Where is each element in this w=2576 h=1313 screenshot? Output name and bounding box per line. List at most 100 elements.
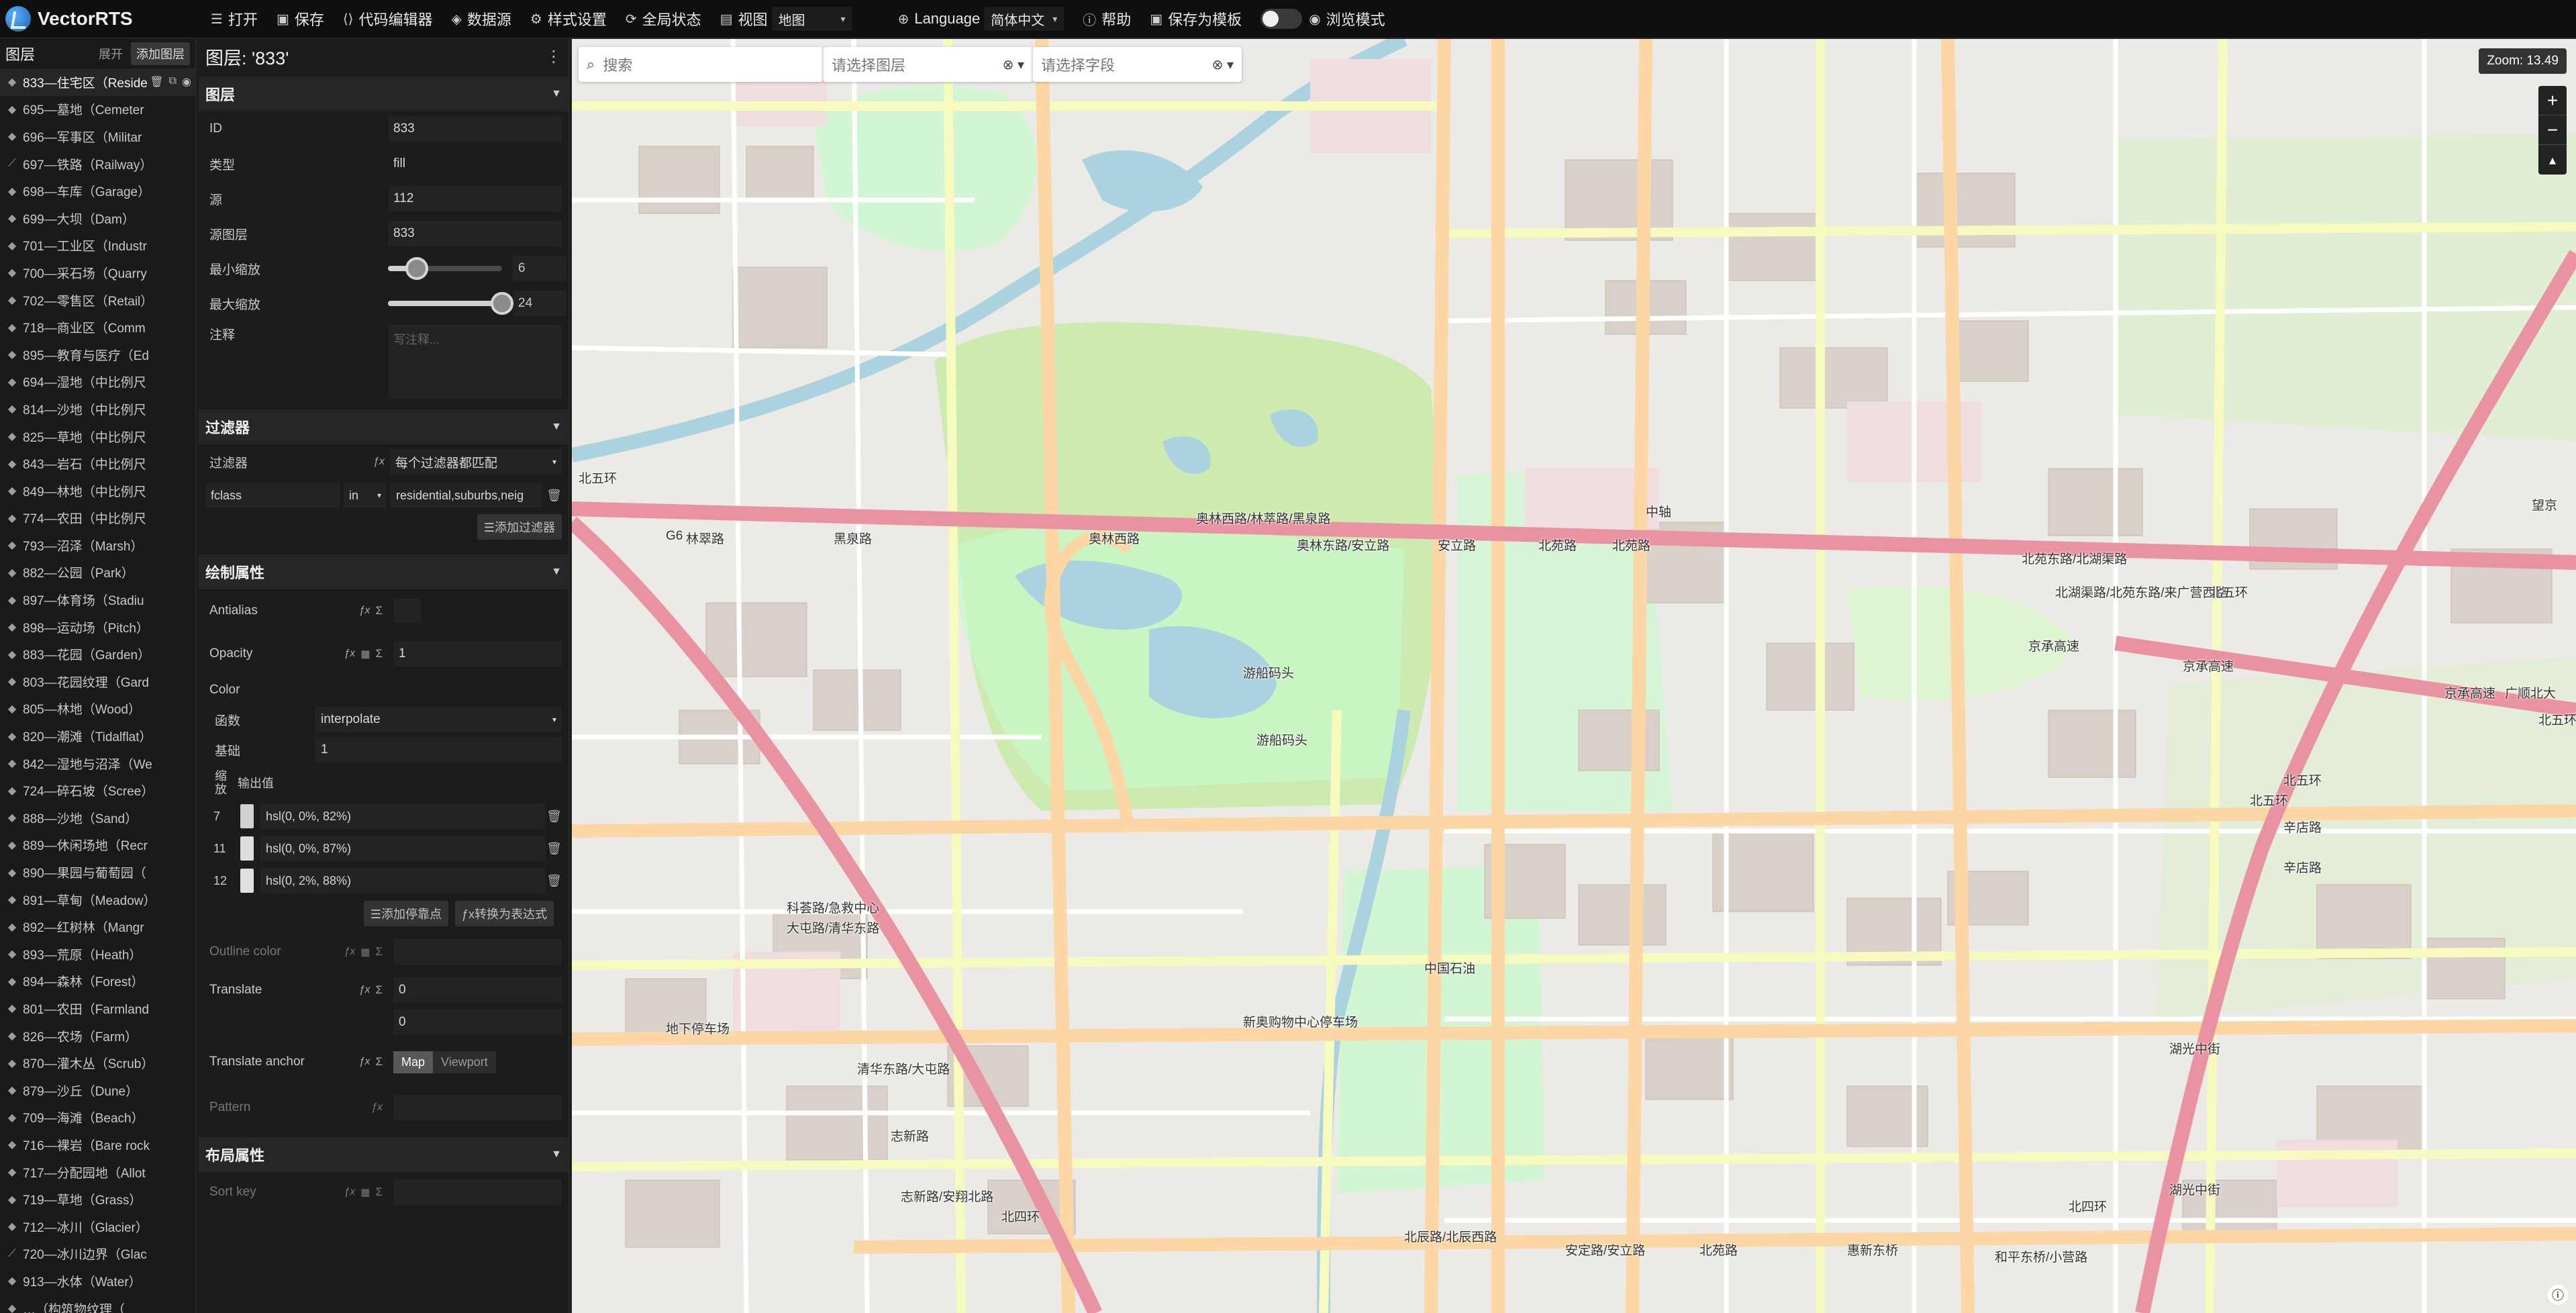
add-layer-button[interactable]: 添加图层 — [131, 42, 190, 65]
layer-list-item[interactable]: ◆ 718—商业区（Comm — [0, 313, 195, 341]
opacity-input[interactable]: 1 — [393, 641, 562, 667]
layer-list-item[interactable]: ◆ 712—冰川（Glacier） — [0, 1213, 195, 1241]
minzoom-input[interactable]: 6 — [513, 256, 566, 281]
layer-list-item[interactable]: ◆ 842—湿地与沼泽（We — [0, 750, 195, 777]
layer-list-item[interactable]: ◆ 826—农场（Farm） — [0, 1022, 195, 1050]
stop-color-swatch[interactable] — [240, 804, 254, 828]
layer-list-item[interactable]: ◆ 699—大坝（Dam） — [0, 205, 195, 232]
language-button[interactable]: ⊕ Language 简体中文 ▾ — [889, 0, 1074, 38]
outline-color-input[interactable] — [393, 939, 562, 965]
sigma-icon[interactable]: Σ — [375, 945, 383, 959]
minzoom-slider[interactable] — [388, 257, 502, 280]
datasource-button[interactable]: ◈ 数据源 — [442, 0, 521, 38]
layer-list-item[interactable]: ◆ 883—花园（Garden） — [0, 640, 195, 668]
layer-list-item[interactable]: ◆ 805—林地（Wood） — [0, 695, 195, 723]
field-select-box[interactable]: 请选择字段 ⊗ ▾ — [1032, 47, 1242, 82]
view-button[interactable]: ▤ 视图 地图 ▾ — [711, 0, 862, 38]
stop-color-input[interactable]: hsl(0, 0%, 87%) — [260, 836, 546, 861]
grid-icon[interactable]: ▦ — [360, 648, 370, 660]
sigma-icon[interactable]: Σ — [375, 983, 383, 997]
browse-mode-toggle[interactable]: ◉ 浏览模式 — [1251, 0, 1394, 38]
layer-list-item[interactable]: ◆ 870—灌木丛（Scrub） — [0, 1049, 195, 1077]
layer-list-item[interactable]: ◆ 888—沙地（Sand） — [0, 804, 195, 832]
add-stop-button[interactable]: ☰添加停靠点 — [363, 901, 448, 926]
base-input[interactable]: 1 — [315, 737, 562, 763]
layer-list-item[interactable]: ⟋ 697—铁路（Railway） — [0, 150, 195, 178]
layer-list-item[interactable]: ◆ 702—零售区（Retail） — [0, 287, 195, 314]
language-select[interactable]: 简体中文 ▾ — [984, 7, 1064, 31]
trash-icon[interactable]: 🗑 — [546, 810, 562, 824]
slider-thumb[interactable] — [491, 292, 513, 315]
zoom-in-button[interactable]: + — [2538, 86, 2567, 115]
field-select-input[interactable]: 请选择字段 — [1041, 54, 1115, 75]
sigma-icon[interactable]: Σ — [375, 604, 383, 618]
function-icon[interactable]: ƒx — [359, 1056, 370, 1068]
layer-list-item[interactable]: ◆ 820—潮滩（Tidalflat） — [0, 722, 195, 750]
layer-list-item[interactable]: ◆ 801—农田（Farmland — [0, 995, 195, 1022]
more-vertical-icon[interactable]: ⋮ — [546, 47, 562, 66]
function-select[interactable]: interpolate ▾ — [315, 707, 562, 732]
clear-icon[interactable]: ⊗ ▾ — [1003, 56, 1024, 73]
trash-icon[interactable]: 🗑 — [150, 75, 163, 89]
expand-button[interactable]: 展开 — [93, 42, 128, 65]
layer-list-item[interactable]: ◆ 898—运动场（Pitch） — [0, 614, 195, 641]
layer-list-item[interactable]: ◆ 843—岩石（中比例尺 — [0, 450, 195, 477]
copy-icon[interactable]: ⧉ — [169, 75, 177, 89]
pattern-input[interactable] — [393, 1095, 562, 1120]
style-settings-button[interactable]: ⚙ 样式设置 — [521, 0, 616, 38]
browse-mode-switch[interactable] — [1260, 9, 1303, 29]
stop-zoom[interactable]: 12 — [213, 874, 240, 888]
layer-select-box[interactable]: 请选择图层 ⊗ ▾ — [823, 47, 1032, 82]
stop-color-input[interactable]: hsl(0, 0%, 82%) — [260, 804, 546, 829]
layer-list-item[interactable]: ◆ 774—农田（中比例尺 — [0, 505, 195, 532]
layer-list-item[interactable]: ◆ 849—林地（中比例尺 — [0, 477, 195, 505]
trash-icon[interactable]: 🗑 — [546, 874, 562, 888]
save-button[interactable]: ▣ 保存 — [267, 0, 334, 38]
eye-icon[interactable]: ◉ — [182, 75, 191, 89]
compass-button[interactable]: ▴ — [2538, 145, 2567, 175]
layer-list-item[interactable]: ◆ 882—公园（Park） — [0, 559, 195, 587]
maxzoom-slider[interactable] — [388, 292, 513, 315]
open-button[interactable]: ☰ 打开 — [201, 0, 267, 38]
layer-list-item[interactable]: ◆ 719—草地（Grass） — [0, 1185, 195, 1213]
map-search-box[interactable]: ⌕ 搜索 — [579, 47, 823, 82]
layer-list-item[interactable]: ◆ 893—荒原（Heath） — [0, 940, 195, 968]
function-icon[interactable]: ƒx — [344, 1186, 355, 1198]
translate-y-input[interactable]: 0 — [393, 1010, 562, 1035]
antialias-checkbox[interactable] — [393, 599, 420, 623]
code-editor-button[interactable]: ⟨⟩ 代码编辑器 — [334, 0, 442, 38]
help-button[interactable]: ⓘ 帮助 — [1073, 0, 1140, 38]
filter-field-input[interactable]: fclass — [205, 483, 340, 507]
function-icon[interactable]: ƒx — [371, 1102, 383, 1114]
anchor-viewport-option[interactable]: Viewport — [433, 1051, 496, 1073]
clear-icon[interactable]: ⊗ ▾ — [1212, 56, 1234, 73]
layer-list-item[interactable]: ◆ 892—红树林（Mangr — [0, 913, 195, 940]
attribution-icon[interactable]: ⓘ — [2548, 1285, 2568, 1305]
filter-mode-select[interactable]: 每个过滤器都匹配 ▾ — [389, 449, 562, 475]
id-input[interactable]: 833 — [388, 116, 562, 142]
paint-section-header[interactable]: 绘制属性 ▼ — [199, 554, 568, 589]
slider-thumb[interactable] — [405, 257, 428, 280]
sort-key-input[interactable] — [393, 1179, 562, 1205]
global-state-button[interactable]: ⟳ 全局状态 — [616, 0, 711, 38]
layer-list-item[interactable]: ◆ …（构筑物纹理（ — [0, 1295, 195, 1313]
anchor-map-option[interactable]: Map — [393, 1051, 434, 1073]
trash-icon[interactable]: 🗑 — [546, 489, 562, 503]
function-icon[interactable]: ƒx — [359, 984, 370, 996]
layer-list-item[interactable]: ◆ 891—草甸（Meadow） — [0, 886, 195, 914]
layer-list-item[interactable]: ◆ 694—湿地（中比例尺 — [0, 369, 195, 396]
layer-list-item[interactable]: ◆ 890—果园与葡萄园（ — [0, 859, 195, 886]
translate-x-input[interactable]: 0 — [393, 977, 562, 1003]
layer-list-item[interactable]: ◆ 701—工业区（Industr — [0, 232, 195, 260]
add-filter-button[interactable]: ☰添加过滤器 — [477, 514, 562, 540]
filter-values-input[interactable]: residential,suburbs,neig — [391, 483, 543, 507]
layer-list-item[interactable]: ◆ 716—裸岩（Bare rock — [0, 1131, 195, 1159]
layer-list-item[interactable]: ◆ 895—教育与医疗（Ed — [0, 341, 195, 369]
layer-list-item[interactable]: ◆ 897—体育场（Stadiu — [0, 586, 195, 614]
zoom-out-button[interactable]: − — [2538, 115, 2567, 145]
layer-list-item[interactable]: ◆ 833—住宅区（Reside 🗑 ⧉ ◉ — [0, 68, 195, 96]
filter-op-select[interactable]: in ▾ — [344, 483, 387, 507]
comment-textarea[interactable]: 写注释... — [388, 325, 562, 399]
map-canvas[interactable]: ⌕ 搜索 请选择图层 ⊗ ▾ 请选择字段 ⊗ ▾ Zoom: 13.49 + − ▴ … — [572, 39, 2576, 1313]
layer-list-item[interactable]: ⟋ 720—冰川边界（Glac — [0, 1241, 195, 1268]
